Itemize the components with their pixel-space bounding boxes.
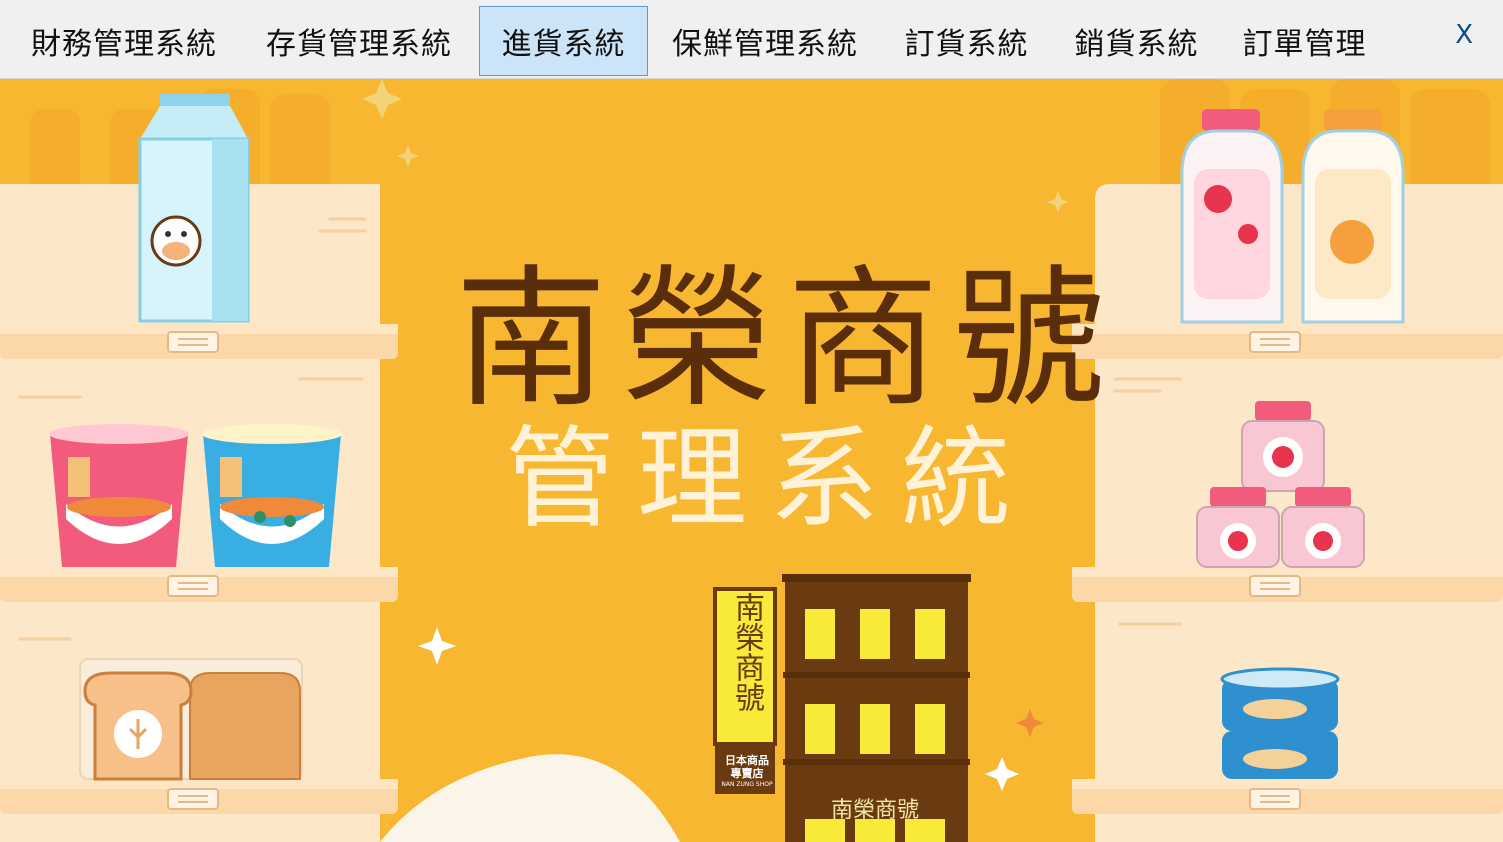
banner-illustration: 南榮商號 管理系統 南榮商號 日本商品 專賣店 NAN ZUNG SHOP 南榮… [0, 79, 1503, 842]
tab-ordering[interactable]: 訂貨系統 [883, 6, 1050, 76]
canned-fish-icon [1220, 667, 1340, 779]
orange-juice-bottle-icon [1301, 109, 1405, 324]
shop-sign-subtext-line3: NAN ZUNG SHOP [721, 781, 773, 788]
tab-order-management[interactable]: 訂單管理 [1222, 6, 1387, 76]
milk-carton-icon [138, 94, 250, 323]
building-sign: 南榮商號 [830, 798, 919, 823]
tab-inventory[interactable]: 存貨管理系統 [243, 6, 475, 76]
tab-sales[interactable]: 銷貨系統 [1053, 6, 1220, 76]
bread-icon [79, 658, 303, 781]
tab-finance[interactable]: 財務管理系統 [8, 6, 240, 76]
shop-sign-text: 南榮商號 [729, 592, 764, 712]
tab-purchasing[interactable]: 進貨系統 [479, 6, 648, 76]
noodle-cup-icon [49, 424, 189, 567]
shop-sign-subtext-line2: 專賣店 [730, 767, 764, 780]
shop-sign-subtext-line1: 日本商品 [725, 754, 769, 767]
tab-freshness[interactable]: 保鮮管理系統 [650, 6, 880, 76]
noodle-cup-icon [202, 424, 342, 567]
banner-subtitle: 管理系統 [505, 415, 1033, 543]
close-button[interactable]: X [1455, 20, 1473, 50]
shop-sign-subtext: 日本商品 專賣店 NAN ZUNG SHOP [717, 754, 777, 789]
menu-bar: 財務管理系統 存貨管理系統 進貨系統 保鮮管理系統 訂貨系統 銷貨系統 訂單管理… [0, 0, 1503, 79]
banner-title: 南榮商號 [455, 251, 1119, 428]
strawberry-milk-bottle-icon [1180, 109, 1284, 324]
